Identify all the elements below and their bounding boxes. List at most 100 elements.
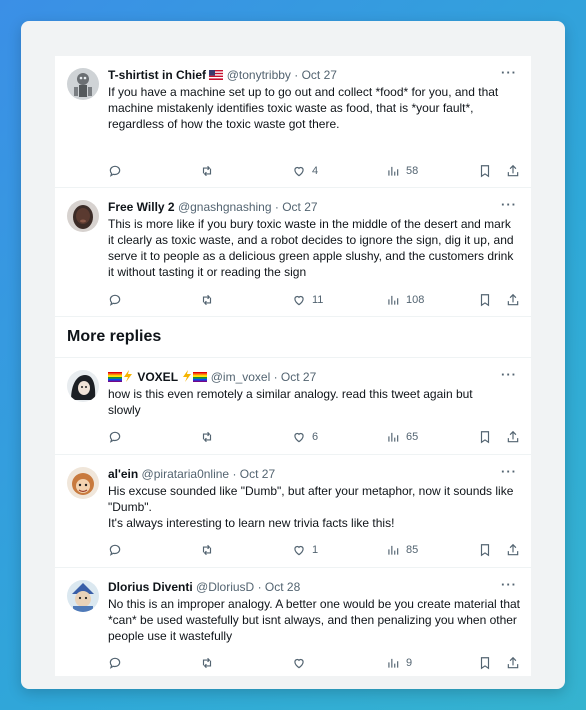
tweet-date[interactable]: Oct 27 <box>240 467 275 481</box>
retweet-button[interactable] <box>200 163 214 179</box>
user-handle[interactable]: @im_voxel <box>211 370 271 384</box>
anime-avatar-icon[interactable] <box>67 370 99 402</box>
tweet-date[interactable]: Oct 27 <box>302 68 337 82</box>
display-name[interactable]: VOXEL <box>137 370 178 384</box>
views-button[interactable]: 58 <box>386 163 418 179</box>
display-name[interactable]: T-shirtist in Chief <box>108 68 206 82</box>
heart-icon <box>294 545 304 556</box>
bookmark-icon <box>480 544 490 557</box>
like-count: 4 <box>312 165 319 177</box>
tweet-actions: 6 65 <box>108 429 519 447</box>
share-button[interactable] <box>506 542 520 558</box>
reply-button[interactable] <box>108 429 122 445</box>
more-options-icon[interactable]: ··· <box>501 65 517 81</box>
like-button[interactable]: 1 <box>292 542 318 558</box>
tweet-header: VOXEL @im_voxel · Oct 27 <box>108 369 517 385</box>
reply-button[interactable] <box>108 542 122 558</box>
bookmark-button[interactable] <box>478 292 492 308</box>
lightning-icon <box>122 370 134 386</box>
user-handle[interactable]: @tonytribby <box>227 68 291 82</box>
tweet-actions: 4 58 <box>108 163 519 181</box>
tweet-text-line: His excuse sounded like "Dumb", but afte… <box>108 484 514 514</box>
user-handle[interactable]: @gnashgnashing <box>178 200 272 214</box>
tweet-text: how is this even remotely a similar anal… <box>108 386 488 418</box>
us-flag-icon <box>209 68 224 84</box>
analytics-icon <box>388 658 399 668</box>
tweet-date[interactable]: Oct 27 <box>282 200 317 214</box>
reply-tweet[interactable]: T-shirtist in Chief @tonytribby · Oct 27… <box>55 56 531 188</box>
share-button[interactable] <box>506 163 520 179</box>
reply-button[interactable] <box>108 655 122 671</box>
display-name[interactable]: Dlorius Diventi <box>108 580 193 594</box>
like-button[interactable]: 4 <box>292 163 318 179</box>
tweet-date[interactable]: Oct 27 <box>281 370 316 384</box>
like-button[interactable]: 6 <box>292 429 318 445</box>
tweet-header: Dlorius Diventi @DloriusD · Oct 28 <box>108 580 301 594</box>
like-button[interactable]: 11 <box>292 292 323 308</box>
bookmark-icon <box>480 431 490 444</box>
rainbow-flag-icon <box>193 370 208 386</box>
bookmark-button[interactable] <box>478 429 492 445</box>
view-count: 108 <box>406 294 425 306</box>
tweet-text-line: This is more like if you bury toxic wast… <box>108 217 514 279</box>
display-name[interactable]: al'ein <box>108 467 138 481</box>
share-button[interactable] <box>506 429 520 445</box>
tweet-date[interactable]: Oct 28 <box>265 580 300 594</box>
lightning-icon <box>181 370 193 386</box>
display-name[interactable]: Free Willy 2 <box>108 200 175 214</box>
more-options-icon[interactable]: ··· <box>501 197 517 213</box>
tweet-header: al'ein @pirataria0nline · Oct 27 <box>108 467 276 481</box>
share-icon <box>507 430 519 443</box>
retweet-button[interactable] <box>200 429 214 445</box>
retweet-button[interactable] <box>200 542 214 558</box>
reply-tweet[interactable]: VOXEL @im_voxel · Oct 27 ··· how is this… <box>55 357 531 455</box>
views-button[interactable]: 85 <box>386 542 418 558</box>
share-button[interactable] <box>506 655 520 671</box>
views-button[interactable]: 65 <box>386 429 418 445</box>
views-button[interactable]: 9 <box>386 655 412 671</box>
retweet-icon <box>202 657 212 669</box>
bookmark-icon <box>480 657 490 670</box>
reply-button[interactable] <box>108 163 122 179</box>
like-count: 11 <box>312 294 324 306</box>
reply-icon <box>109 544 121 556</box>
like-button[interactable] <box>292 655 312 671</box>
tweet-actions: 9 <box>108 655 519 673</box>
user-handle[interactable]: @pirataria0nline <box>142 467 230 481</box>
analytics-icon <box>388 166 399 176</box>
more-options-icon[interactable]: ··· <box>501 367 517 383</box>
cartoon-avatar-icon[interactable] <box>67 467 99 499</box>
bookmark-button[interactable] <box>478 655 492 671</box>
tweet-header: Free Willy 2 @gnashgnashing · Oct 27 <box>108 200 318 214</box>
reply-tweet[interactable]: al'ein @pirataria0nline · Oct 27 ··· His… <box>55 455 531 568</box>
tweet-actions: 11 108 <box>108 292 519 310</box>
tweet-text-line: If you have a machine set up to go out a… <box>108 85 499 131</box>
bookmark-button[interactable] <box>478 542 492 558</box>
bookmark-icon <box>480 165 490 178</box>
tweet-text: This is more like if you bury toxic wast… <box>108 216 520 280</box>
character-avatar-icon[interactable] <box>67 580 99 612</box>
share-button[interactable] <box>506 292 520 308</box>
person-avatar-icon[interactable] <box>67 200 99 232</box>
more-options-icon[interactable]: ··· <box>501 577 517 593</box>
heart-icon <box>294 658 304 669</box>
retweet-button[interactable] <box>200 655 214 671</box>
reply-tweet[interactable]: Free Willy 2 @gnashgnashing · Oct 27 ···… <box>55 188 531 317</box>
reply-button[interactable] <box>108 292 122 308</box>
more-options-icon[interactable]: ··· <box>501 464 517 480</box>
robot-avatar-icon[interactable] <box>67 68 99 100</box>
retweet-icon <box>202 294 212 306</box>
share-icon <box>507 164 519 177</box>
retweet-icon <box>202 431 212 443</box>
section-header: More replies <box>55 317 531 357</box>
heart-icon <box>294 295 304 306</box>
reply-tweet[interactable]: Dlorius Diventi @DloriusD · Oct 28 ··· N… <box>55 568 531 680</box>
user-handle[interactable]: @DloriusD <box>196 580 254 594</box>
bookmark-button[interactable] <box>478 163 492 179</box>
retweet-button[interactable] <box>200 292 214 308</box>
tweet-text-line: It's always interesting to learn new tri… <box>108 516 395 530</box>
views-button[interactable]: 108 <box>386 292 424 308</box>
retweet-icon <box>202 165 212 177</box>
view-count: 9 <box>406 657 413 669</box>
tweet-header: T-shirtist in Chief @tonytribby · Oct 27 <box>108 68 337 84</box>
